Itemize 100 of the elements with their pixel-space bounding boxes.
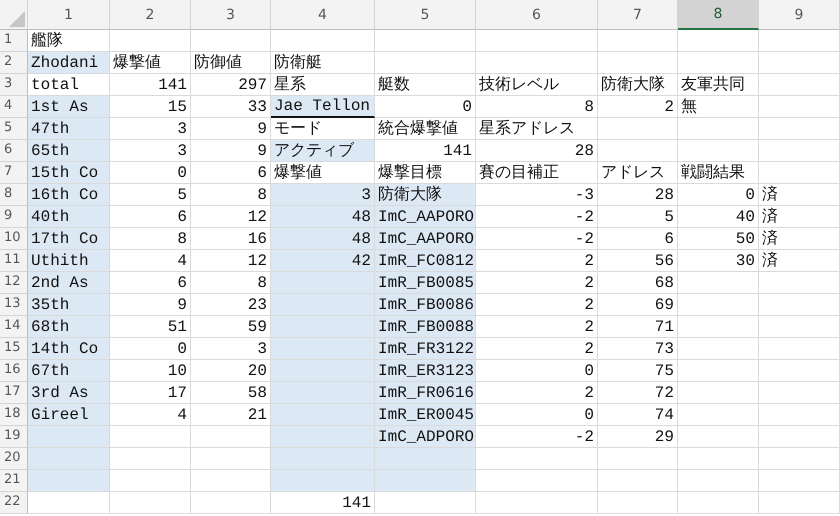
row-header[interactable]: 13 — [0, 294, 28, 316]
table-cell: 2 — [476, 272, 598, 294]
table-cell: 141 — [271, 492, 375, 514]
table-cell: 8 — [110, 228, 191, 250]
column-header[interactable]: 4 — [271, 0, 375, 30]
row-header[interactable]: 20 — [0, 448, 28, 470]
column-header[interactable]: 6 — [476, 0, 598, 30]
row-header[interactable]: 1 — [0, 30, 28, 52]
row-header[interactable]: 18 — [0, 404, 28, 426]
table-cell: 10 — [110, 360, 191, 382]
table-cell: 4 — [110, 404, 191, 426]
row-header[interactable]: 14 — [0, 316, 28, 338]
table-cell: 73 — [598, 338, 678, 360]
table-cell: 2 — [476, 338, 598, 360]
table-cell: 58 — [191, 382, 271, 404]
table-cell: 67th — [28, 360, 110, 382]
table-cell: 141 — [375, 140, 476, 162]
table-cell: 3 — [191, 338, 271, 360]
table-cell: 友軍共同 — [678, 74, 759, 96]
table-cell: 75 — [598, 360, 678, 382]
row-header[interactable]: 9 — [0, 206, 28, 228]
column-header[interactable]: 2 — [110, 0, 191, 30]
column-header[interactable]: 5 — [375, 0, 476, 30]
table-cell: -2 — [476, 228, 598, 250]
row-header[interactable]: 3 — [0, 74, 28, 96]
table-cell: 56 — [598, 250, 678, 272]
table-cell: ImR_FR0616 — [375, 382, 476, 404]
table-cell: ImC_AAPORO — [375, 228, 476, 250]
table-cell: 防衛大隊 — [375, 184, 476, 206]
table-cell: モード — [271, 118, 375, 140]
row-header[interactable]: 11 — [0, 250, 28, 272]
column-header[interactable]: 7 — [598, 0, 678, 30]
table-cell: 0 — [110, 162, 191, 184]
row-header[interactable]: 2 — [0, 52, 28, 74]
table-cell: 65th — [28, 140, 110, 162]
row-header[interactable]: 6 — [0, 140, 28, 162]
column-header[interactable]: 9 — [759, 0, 840, 30]
table-cell: 48 — [271, 228, 375, 250]
table-cell: 済 — [759, 228, 840, 250]
table-cell: 15th Co — [28, 162, 110, 184]
table-cell: 3 — [271, 184, 375, 206]
table-cell: 15 — [110, 96, 191, 118]
column-header[interactable]: 1 — [28, 0, 110, 30]
table-cell: 済 — [759, 206, 840, 228]
table-cell: 2 — [476, 250, 598, 272]
table-cell: 2nd As — [28, 272, 110, 294]
select-all-icon[interactable] — [9, 11, 25, 27]
table-cell: 30 — [678, 250, 759, 272]
table-cell: 1st As — [28, 96, 110, 118]
table-cell: Zhodani — [28, 52, 110, 74]
table-cell: 23 — [191, 294, 271, 316]
table-cell: アドレス — [598, 162, 678, 184]
table-cell: 8 — [476, 96, 598, 118]
table-cell: 5 — [598, 206, 678, 228]
table-cell: Jae Tellon — [271, 96, 375, 118]
table-cell: 6 — [110, 272, 191, 294]
row-header[interactable]: 7 — [0, 162, 28, 184]
table-cell: ImR_FB0086 — [375, 294, 476, 316]
row-header[interactable]: 4 — [0, 96, 28, 118]
table-cell: 爆撃値 — [110, 52, 191, 74]
row-header[interactable]: 19 — [0, 426, 28, 448]
table-cell: 技術レベル — [476, 74, 598, 96]
table-cell: 8 — [191, 272, 271, 294]
column-header[interactable]: 3 — [191, 0, 271, 30]
table-cell: ImR_ER3123 — [375, 360, 476, 382]
table-cell: 艦隊 — [28, 30, 110, 52]
table-cell: 16 — [191, 228, 271, 250]
row-header[interactable]: 22 — [0, 492, 28, 514]
table-cell: 賽の目補正 — [476, 162, 598, 184]
table-cell: 74 — [598, 404, 678, 426]
table-cell: 68th — [28, 316, 110, 338]
row-header[interactable]: 12 — [0, 272, 28, 294]
table-cell: Gireel — [28, 404, 110, 426]
table-cell: ImR_FC0812 — [375, 250, 476, 272]
table-cell: 28 — [476, 140, 598, 162]
table-cell: 8 — [191, 184, 271, 206]
row-header[interactable]: 21 — [0, 470, 28, 492]
table-cell: 12 — [191, 206, 271, 228]
table-cell: 5 — [110, 184, 191, 206]
table-cell: Uthith — [28, 250, 110, 272]
table-cell: total — [28, 74, 110, 96]
row-header[interactable]: 5 — [0, 118, 28, 140]
table-cell: 2 — [476, 316, 598, 338]
row-header[interactable]: 17 — [0, 382, 28, 404]
row-header[interactable]: 16 — [0, 360, 28, 382]
column-header[interactable]: 8 — [678, 0, 759, 30]
table-cell: 防御値 — [191, 52, 271, 74]
table-cell: 17 — [110, 382, 191, 404]
row-header[interactable]: 10 — [0, 228, 28, 250]
row-header[interactable]: 15 — [0, 338, 28, 360]
table-cell: ImR_FR3122 — [375, 338, 476, 360]
table-cell: 2 — [476, 382, 598, 404]
table-cell: 12 — [191, 250, 271, 272]
table-cell: 35th — [28, 294, 110, 316]
table-cell: -3 — [476, 184, 598, 206]
table-cell: 6 — [598, 228, 678, 250]
table-cell: 69 — [598, 294, 678, 316]
table-cell: 16th Co — [28, 184, 110, 206]
row-header[interactable]: 8 — [0, 184, 28, 206]
table-cell: 68 — [598, 272, 678, 294]
